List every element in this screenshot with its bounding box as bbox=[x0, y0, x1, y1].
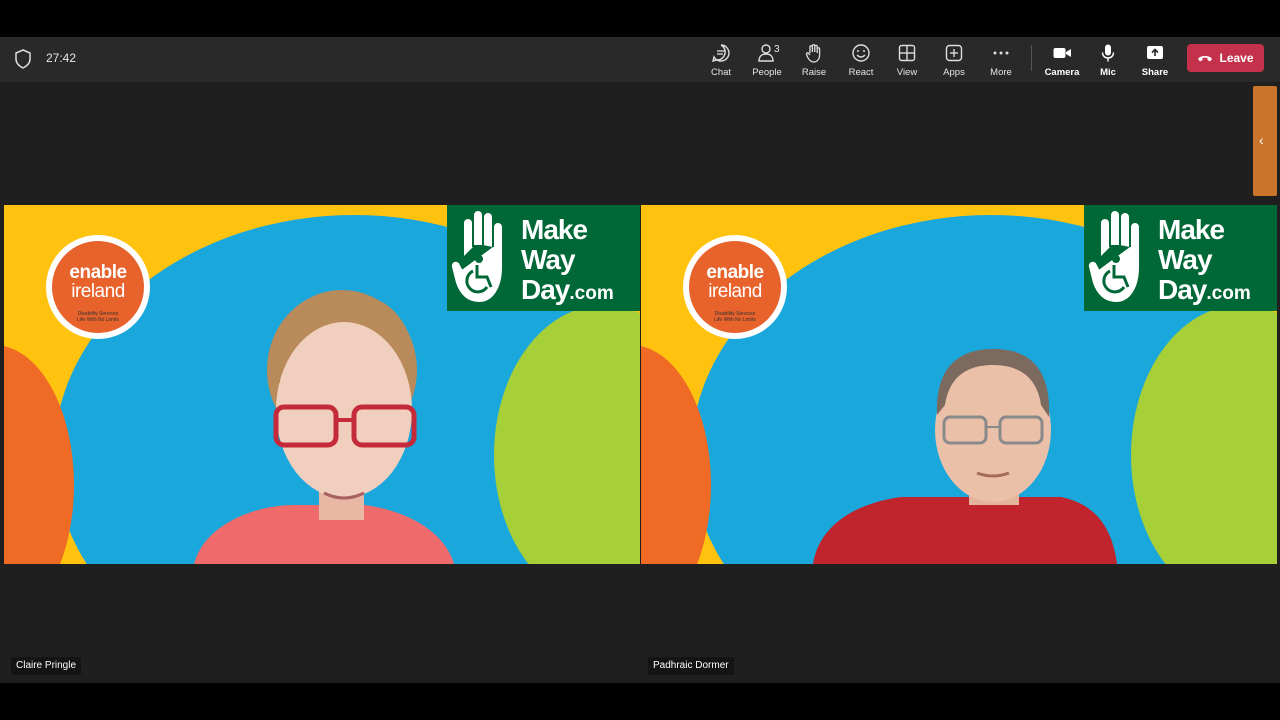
share-screen-icon bbox=[1147, 46, 1163, 59]
chevron-left-icon: ‹ bbox=[1259, 132, 1264, 148]
shield-icon bbox=[15, 49, 31, 69]
grid-view-icon bbox=[898, 44, 916, 62]
hang-up-icon bbox=[1198, 56, 1213, 62]
hand-wheelchair-icon bbox=[1086, 209, 1141, 305]
chat-icon bbox=[712, 44, 730, 62]
camera-icon bbox=[1053, 48, 1071, 58]
enable-sub-line2: Life With No Limits bbox=[714, 317, 756, 323]
camera-button[interactable]: Camera bbox=[1039, 41, 1085, 79]
meeting-window: 27:42 Chat 3 People Raise React View App… bbox=[0, 37, 1280, 683]
mwd-com: .com bbox=[1206, 283, 1251, 304]
make-way-day-logo: Make Way Day.com bbox=[1084, 205, 1277, 311]
mwd-line3: Day bbox=[521, 274, 570, 305]
enable-ireland-logo: enable ireland Disability Services Life … bbox=[46, 235, 150, 339]
collapsed-gallery-thumbnail[interactable]: ‹ bbox=[1253, 86, 1277, 196]
mwd-line2: Way bbox=[521, 244, 576, 275]
hand-wheelchair-icon bbox=[449, 209, 504, 305]
chat-button[interactable]: Chat bbox=[698, 41, 744, 79]
enable-subtitle: Disability Services Life With No Limits bbox=[46, 311, 150, 323]
share-button[interactable]: Share bbox=[1132, 41, 1178, 79]
mwd-com: .com bbox=[569, 283, 614, 304]
enable-word: enable bbox=[706, 262, 764, 283]
mwd-line1: Make bbox=[1158, 214, 1225, 245]
enable-word: enable bbox=[69, 262, 127, 283]
react-label: React bbox=[848, 67, 874, 78]
smiley-icon bbox=[852, 44, 870, 62]
enable-ireland-logo: enable ireland Disability Services Life … bbox=[683, 235, 787, 339]
chat-label: Chat bbox=[710, 67, 732, 78]
enable-sub-line2: Life With No Limits bbox=[77, 317, 119, 323]
more-button[interactable]: More bbox=[978, 41, 1024, 79]
mic-label: Mic bbox=[1100, 67, 1116, 78]
ireland-word: ireland bbox=[71, 281, 125, 302]
meeting-timer: 27:42 bbox=[46, 51, 77, 65]
more-dots-icon bbox=[993, 51, 1009, 55]
view-button[interactable]: View bbox=[884, 41, 930, 79]
video-tile-1[interactable]: enable ireland Disability Services Life … bbox=[4, 205, 640, 564]
mwd-line2: Way bbox=[1158, 244, 1213, 275]
share-label: Share bbox=[1141, 67, 1169, 78]
more-label: More bbox=[990, 67, 1012, 78]
view-label: View bbox=[896, 67, 918, 78]
participant-name-tag: Claire Pringle bbox=[11, 657, 82, 675]
people-label: People bbox=[752, 67, 782, 78]
raise-hand-icon bbox=[805, 44, 821, 63]
raise-hand-button[interactable]: Raise bbox=[791, 41, 837, 79]
raise-label: Raise bbox=[801, 67, 827, 78]
people-count-badge: 3 bbox=[774, 44, 780, 55]
mwd-line3: Day bbox=[1158, 274, 1207, 305]
make-way-day-text: Make Way Day.com bbox=[521, 215, 614, 309]
enable-subtitle: Disability Services Life With No Limits bbox=[683, 311, 787, 323]
video-tile-2[interactable]: enable ireland Disability Services Life … bbox=[641, 205, 1277, 564]
toolbar-divider bbox=[1031, 45, 1032, 71]
meeting-toolbar: 27:42 Chat 3 People Raise React View App… bbox=[0, 37, 1280, 82]
camera-label: Camera bbox=[1044, 67, 1080, 78]
make-way-day-logo: Make Way Day.com bbox=[447, 205, 640, 311]
participant-name-tag: Padhraic Dormer bbox=[648, 657, 734, 675]
microphone-icon bbox=[1101, 44, 1115, 62]
apps-button[interactable]: Apps bbox=[931, 41, 977, 79]
mwd-line1: Make bbox=[521, 214, 588, 245]
apps-label: Apps bbox=[943, 67, 965, 78]
make-way-day-text: Make Way Day.com bbox=[1158, 215, 1251, 309]
react-button[interactable]: React bbox=[838, 41, 884, 79]
ireland-word: ireland bbox=[708, 281, 762, 302]
people-button[interactable]: 3 People bbox=[744, 41, 790, 79]
mic-button[interactable]: Mic bbox=[1085, 41, 1131, 79]
leave-label: Leave bbox=[1219, 51, 1254, 65]
add-apps-icon bbox=[945, 44, 963, 62]
leave-button[interactable]: Leave bbox=[1187, 44, 1264, 72]
